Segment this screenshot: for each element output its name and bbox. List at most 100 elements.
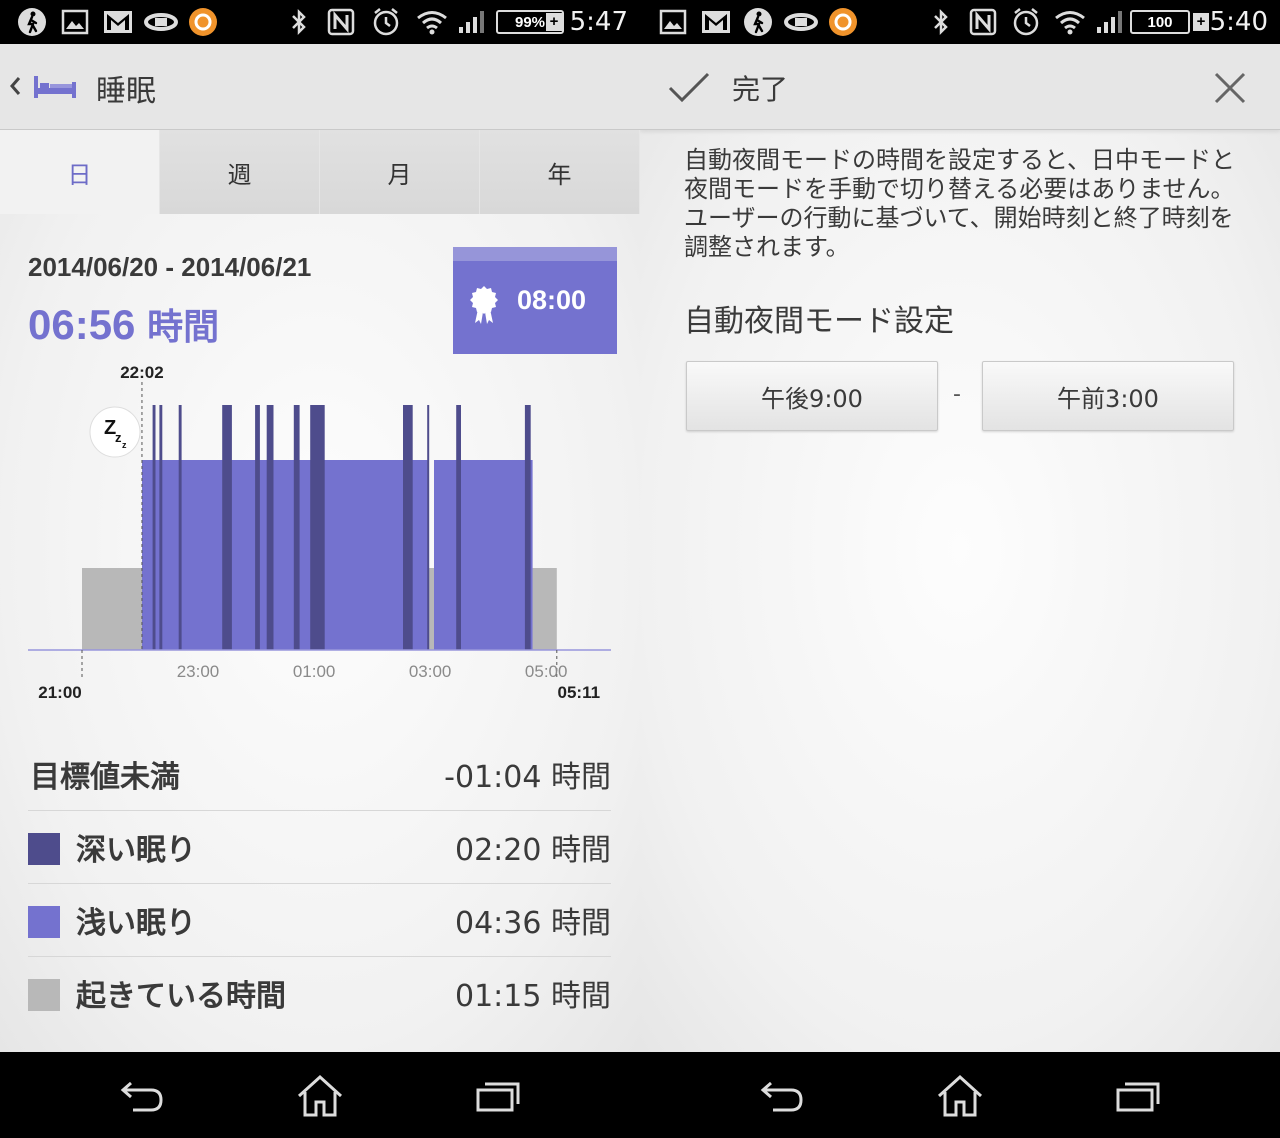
sleep-bar: [152, 405, 156, 650]
alarm-icon: [370, 6, 402, 38]
done-button[interactable]: 完了: [732, 68, 788, 108]
deep-sleep-swatch: [28, 833, 60, 865]
tick-label: 05:00: [525, 662, 568, 681]
home-nav-icon[interactable]: [932, 1072, 988, 1120]
alarm-icon: [1010, 6, 1042, 38]
axis-start-label: 21:00: [38, 683, 81, 702]
settings-content: 完了 自動夜間モードの時間を設定すると、日中モードと夜間モードを手動で切り替える…: [640, 44, 1280, 1052]
sleep-bar: [266, 405, 274, 650]
sleep-screen: 99% + 5:47 睡眠 日 週 月 年 2014/06/20 - 2014/…: [0, 0, 640, 1138]
light-sleep-value: 04:36 時間: [455, 906, 611, 941]
walking-icon: [740, 6, 776, 38]
sleep-bar: [310, 405, 325, 650]
awake-label: 起きている時間: [76, 979, 286, 1014]
total-sleep-unit: 時間: [147, 307, 220, 348]
gmail-icon: [698, 6, 734, 38]
close-icon[interactable]: [1212, 70, 1248, 110]
total-sleep: 06:56 時間: [28, 298, 219, 350]
image-icon: [656, 6, 690, 38]
sleep-chart: 22:02 23:00 01:00 03:00 05:00 21:00 05:11 Z…: [28, 363, 611, 702]
section-title: 自動夜間モード設定: [684, 304, 954, 339]
sleep-bar: [293, 405, 300, 650]
clock: 5:40: [1209, 7, 1268, 37]
total-sleep-value: 06:56: [28, 301, 136, 348]
description-text: 自動夜間モードの時間を設定すると、日中モードと夜間モードを手動で切り替える必要は…: [684, 146, 1236, 261]
time-separator: -: [953, 382, 961, 407]
nfc-icon: [326, 6, 356, 38]
sleep-bar: [255, 405, 260, 650]
tab-week[interactable]: 週: [160, 130, 320, 214]
signal-icon: [1094, 6, 1124, 38]
image-icon: [58, 6, 92, 38]
awake-value: 01:15 時間: [455, 979, 611, 1014]
goal-badge[interactable]: 08:00: [453, 247, 617, 354]
night-mode-settings-screen: 100 + 5:40 完了 自動夜間モードの時間を設定すると、日中モードと夜間モ…: [640, 0, 1280, 1138]
sleep-bar: [456, 405, 461, 650]
start-time-button[interactable]: 午後9:00: [686, 361, 938, 431]
recents-nav-icon[interactable]: [1110, 1072, 1166, 1120]
app-circle-icon: [826, 6, 860, 38]
light-sleep-swatch: [28, 906, 60, 938]
sleep-bar: [532, 568, 557, 650]
charging-icon: +: [546, 13, 562, 31]
action-bar: 完了: [640, 44, 1280, 130]
action-bar: 睡眠: [0, 44, 640, 130]
sleep-content: 睡眠 日 週 月 年 2014/06/20 - 2014/06/21 06:56…: [0, 44, 640, 1052]
bluetooth-icon: [930, 6, 952, 38]
light-sleep-row: 浅い眠り 04:36 時間: [28, 884, 611, 957]
sleep-bar: [434, 460, 533, 650]
tick-labels: 23:00 01:00 03:00 05:00: [177, 662, 568, 681]
walking-icon: [14, 6, 50, 38]
below-goal-value: -01:04 時間: [444, 760, 611, 795]
nfc-icon: [968, 6, 998, 38]
charging-icon: +: [1193, 13, 1209, 31]
tab-year[interactable]: 年: [480, 130, 640, 214]
recents-nav-icon[interactable]: [470, 1072, 526, 1120]
light-sleep-label: 浅い眠り: [76, 906, 196, 941]
svg-text:z: z: [115, 430, 122, 445]
tick-label: 23:00: [177, 662, 220, 681]
award-ribbon-icon: [469, 283, 499, 331]
end-time-button[interactable]: 午前3:00: [982, 361, 1234, 431]
sleep-bar: [222, 405, 232, 650]
goal-badge-strip: [453, 247, 617, 261]
tab-day[interactable]: 日: [0, 130, 160, 214]
back-nav-icon[interactable]: [114, 1072, 170, 1120]
awake-swatch: [28, 979, 60, 1011]
date-range: 2014/06/20 - 2014/06/21: [28, 252, 312, 282]
status-bar: 100 + 5:40: [640, 0, 1280, 44]
back-nav-icon[interactable]: [754, 1072, 810, 1120]
goal-value: 08:00: [517, 285, 587, 315]
gmail-icon: [100, 6, 136, 38]
battery-indicator: 100: [1130, 10, 1190, 34]
done-check-icon[interactable]: [666, 70, 712, 110]
band-icon: [782, 6, 820, 38]
sleep-bar: [82, 568, 142, 650]
bluetooth-icon: [288, 6, 310, 38]
sleep-bar: [142, 460, 429, 650]
sleep-bar: [403, 405, 413, 650]
back-chevron-icon[interactable]: [8, 72, 22, 104]
tick-label: 01:00: [293, 662, 336, 681]
awake-row: 起きている時間 01:15 時間: [28, 957, 611, 1030]
sleep-bar: [524, 405, 531, 650]
tick-label: 03:00: [409, 662, 452, 681]
svg-text:z: z: [122, 440, 127, 450]
status-bar: 99% + 5:47: [0, 0, 640, 44]
chart-bars: [82, 405, 557, 650]
sleep-bar: [427, 405, 430, 650]
wifi-icon: [1054, 6, 1086, 38]
below-goal-label: 目標値未満: [30, 760, 180, 795]
sleep-bar: [178, 405, 182, 650]
axis-end-label: 05:11: [558, 683, 601, 702]
tab-month[interactable]: 月: [320, 130, 480, 214]
sleep-start-label: 22:02: [120, 363, 163, 382]
band-icon: [142, 6, 180, 38]
page-title: 睡眠: [96, 74, 156, 109]
app-circle-icon: [186, 6, 220, 38]
deep-sleep-label: 深い眠り: [76, 833, 196, 868]
home-nav-icon[interactable]: [292, 1072, 348, 1120]
below-goal-row: 目標値未満 -01:04 時間: [28, 738, 611, 811]
nav-bar: [640, 1052, 1280, 1138]
clock: 5:47: [569, 7, 628, 37]
